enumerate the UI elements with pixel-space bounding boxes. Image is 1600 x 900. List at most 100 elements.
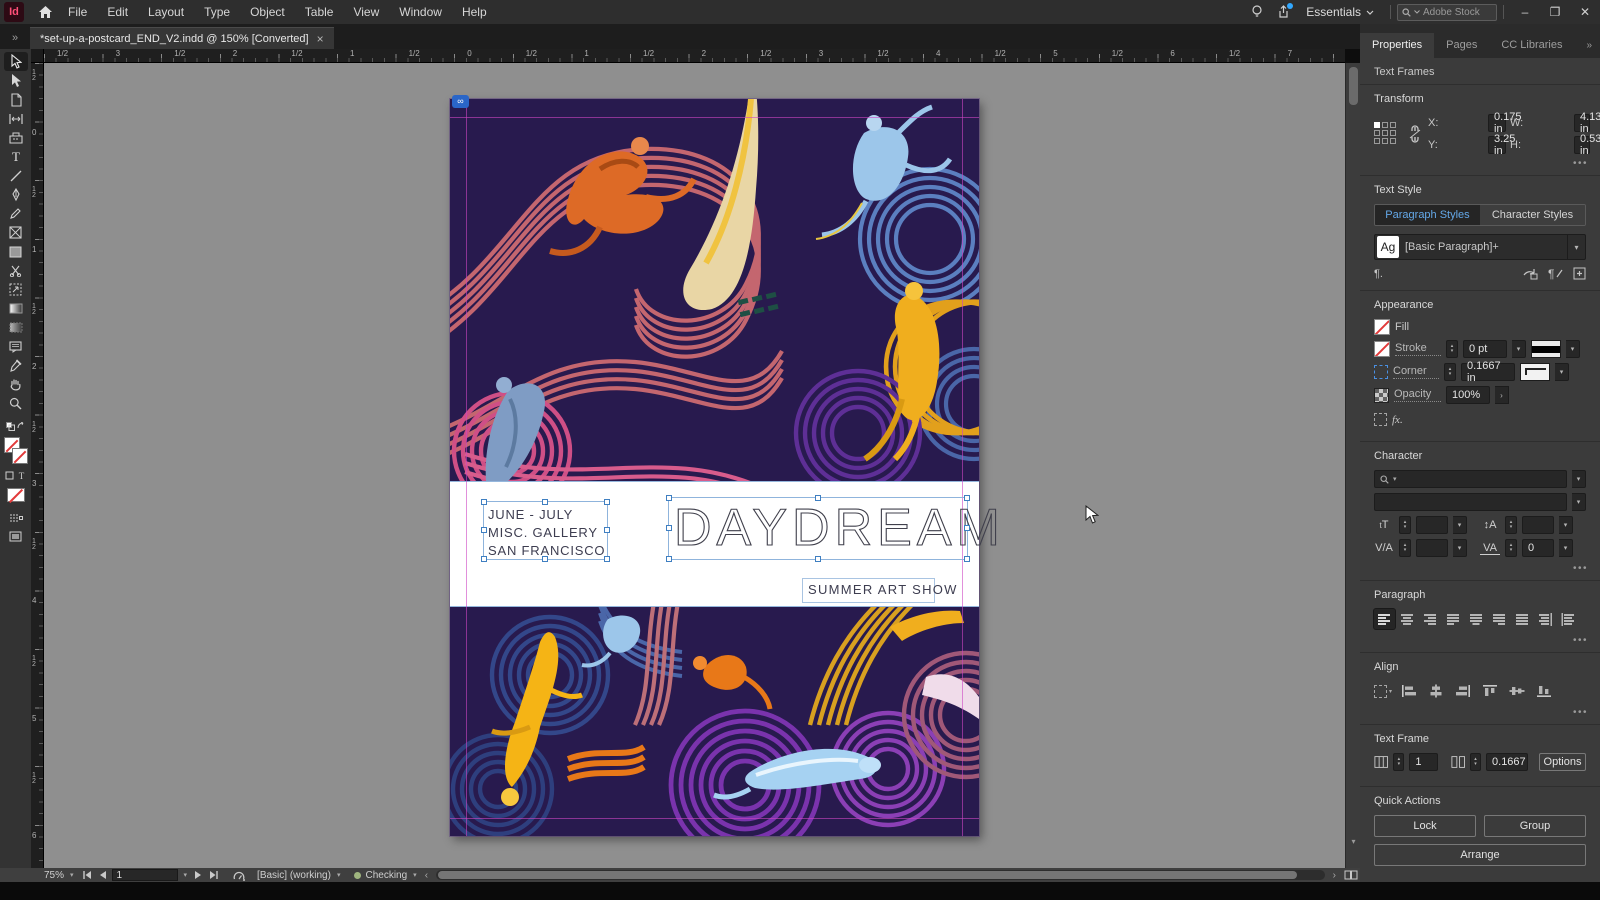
chevron-down-icon[interactable]: ▾ [1453,539,1467,557]
group-button[interactable]: Group [1484,815,1586,837]
tab-close-icon[interactable]: × [317,32,324,46]
postcard-page[interactable]: ∞ JUNE - JULY MISC. GALLERY SAN FRANCISC… [450,95,1000,836]
corner-label[interactable]: Corner [1393,365,1439,379]
selection-handle[interactable] [963,494,970,501]
kerning-value[interactable] [1416,539,1448,557]
default-fill-stroke-icon[interactable] [4,417,28,436]
pen-tool[interactable] [4,185,28,204]
clear-overrides-icon[interactable]: ¶ [1548,267,1563,280]
chevron-down-icon[interactable]: ▾ [1512,340,1526,358]
menu-layout[interactable]: Layout [138,0,194,24]
selection-handle[interactable] [603,555,610,562]
gap-tool[interactable] [4,109,28,128]
zoom-level-value[interactable]: 75% [44,870,64,881]
stroke-weight-stepper[interactable]: ▴ ▾ [1446,340,1458,358]
selection-handle[interactable] [542,555,548,562]
page-number-input[interactable] [111,869,178,881]
share-icon[interactable] [1270,2,1296,22]
arrange-button[interactable]: Arrange [1374,844,1586,866]
align-right-edges-button[interactable] [1452,681,1473,701]
page-tool[interactable] [4,90,28,109]
h-input[interactable]: 0.53 in [1574,133,1600,157]
view-options-icon[interactable] [4,508,28,527]
selection-handle[interactable] [665,555,672,562]
chevron-down-icon[interactable]: ▾ [1453,516,1467,534]
object-effects-icon[interactable] [1374,413,1387,426]
chevron-down-icon[interactable]: ▾ [1572,470,1586,488]
text-frame-options-button[interactable]: Options [1539,753,1587,771]
columns-value[interactable]: 1 [1409,753,1438,771]
frame-tool[interactable] [4,223,28,242]
menu-object[interactable]: Object [240,0,295,24]
corner-shape-swatch[interactable] [1520,363,1550,381]
type-tool[interactable]: T [4,147,28,166]
stroke-swatch[interactable] [11,448,28,464]
selection-tool[interactable] [3,52,28,71]
horizontal-ruler[interactable]: 1/2 3 1/2 2 1/2 1 1/2 0 1/2 1 1/2 2 1/2 3 1/2 4 1/2 5 1/2 6… [44,49,1345,63]
venue-text-frame[interactable]: JUNE - JULY MISC. GALLERY SAN FRANCISCO [480,498,610,562]
character-styles-tab[interactable]: Character Styles [1480,205,1585,225]
selection-handle[interactable] [603,527,610,533]
stroke-style-swatch[interactable] [1531,340,1561,358]
chevron-down-icon[interactable]: ▾ [1566,340,1580,358]
vertical-scrollbar-thumb[interactable] [1349,67,1358,105]
tracking-stepper[interactable]: ▴ ▾ [1505,539,1517,557]
search-input[interactable] [1423,6,1492,18]
align-vertical-centers-button[interactable] [1506,681,1527,701]
eyedropper-tool[interactable] [4,356,28,375]
selection-handle[interactable] [665,525,672,531]
menu-help[interactable]: Help [452,0,497,24]
previous-page-button[interactable] [97,871,108,879]
vertical-ruler[interactable]: 12 0 12 1 12 2 12 3 12 4 12 5 12 6 [31,63,44,868]
home-icon[interactable] [32,2,58,22]
first-page-button[interactable] [80,871,93,879]
stock-search-box[interactable] [1397,3,1497,21]
line-tool[interactable] [4,166,28,185]
learn-lightbulb-icon[interactable] [1244,2,1270,22]
character-more-options-icon[interactable]: ••• [1573,563,1588,574]
subtitle-text-frame[interactable]: SUMMER ART SHOW [802,578,956,603]
corner-size-value[interactable]: 0.1667 in [1461,360,1515,384]
horizontal-scrollbar[interactable] [436,870,1325,880]
gutter-stepper[interactable]: ▴ ▾ [1470,753,1482,771]
free-transform-tool[interactable] [4,280,28,299]
toolbar-dock-chevron-icon[interactable]: » [0,32,30,49]
apply-none-button[interactable] [4,485,28,504]
chevron-down-icon[interactable]: ▾ [1555,363,1569,381]
paragraph-more-options-icon[interactable]: ••• [1573,635,1588,646]
justify-right-button[interactable] [1489,609,1510,629]
stroke-label[interactable]: Stroke [1395,342,1441,356]
align-left-edges-button[interactable] [1398,681,1419,701]
status-chevron-icon[interactable]: ▾ [411,871,419,879]
columns-stepper[interactable]: ▴ ▾ [1393,753,1405,771]
align-top-edges-button[interactable] [1479,681,1500,701]
zoom-tool[interactable] [4,394,28,413]
panel-collapse-chevron-icon[interactable]: » [1578,40,1600,58]
horizontal-scrollbar-thumb[interactable] [438,871,1297,879]
opacity-label[interactable]: Opacity [1394,388,1441,402]
preflight-icon[interactable] [231,870,247,881]
opacity-value[interactable]: 100% [1446,386,1490,404]
menu-edit[interactable]: Edit [97,0,138,24]
selection-handle[interactable] [542,498,548,505]
page-list-chevron-icon[interactable]: ▾ [182,871,190,879]
align-more-options-icon[interactable]: ••• [1573,707,1588,718]
font-family-dropdown[interactable]: ▾ [1374,470,1567,488]
leading-stepper[interactable]: ▴ ▾ [1505,516,1517,534]
font-size-value[interactable] [1416,516,1448,534]
chevron-down-icon[interactable]: ▾ [1572,493,1586,511]
zoom-level-chevron-icon[interactable]: ▾ [68,871,76,879]
leading-value[interactable] [1522,516,1554,534]
close-button[interactable]: ✕ [1570,0,1600,24]
stroke-weight-value[interactable]: 0 pt [1463,340,1507,358]
justify-all-button[interactable] [1512,609,1533,629]
direct-selection-tool[interactable] [4,71,28,90]
font-style-dropdown[interactable] [1374,493,1567,511]
menu-view[interactable]: View [343,0,389,24]
scroll-left-icon[interactable]: ‹ [423,870,430,881]
align-left-button[interactable] [1374,609,1395,629]
align-away-from-spine-button[interactable] [1558,609,1579,629]
gradient-feather-tool[interactable] [4,318,28,337]
selection-handle[interactable] [963,525,970,531]
selection-handle[interactable] [480,527,487,533]
